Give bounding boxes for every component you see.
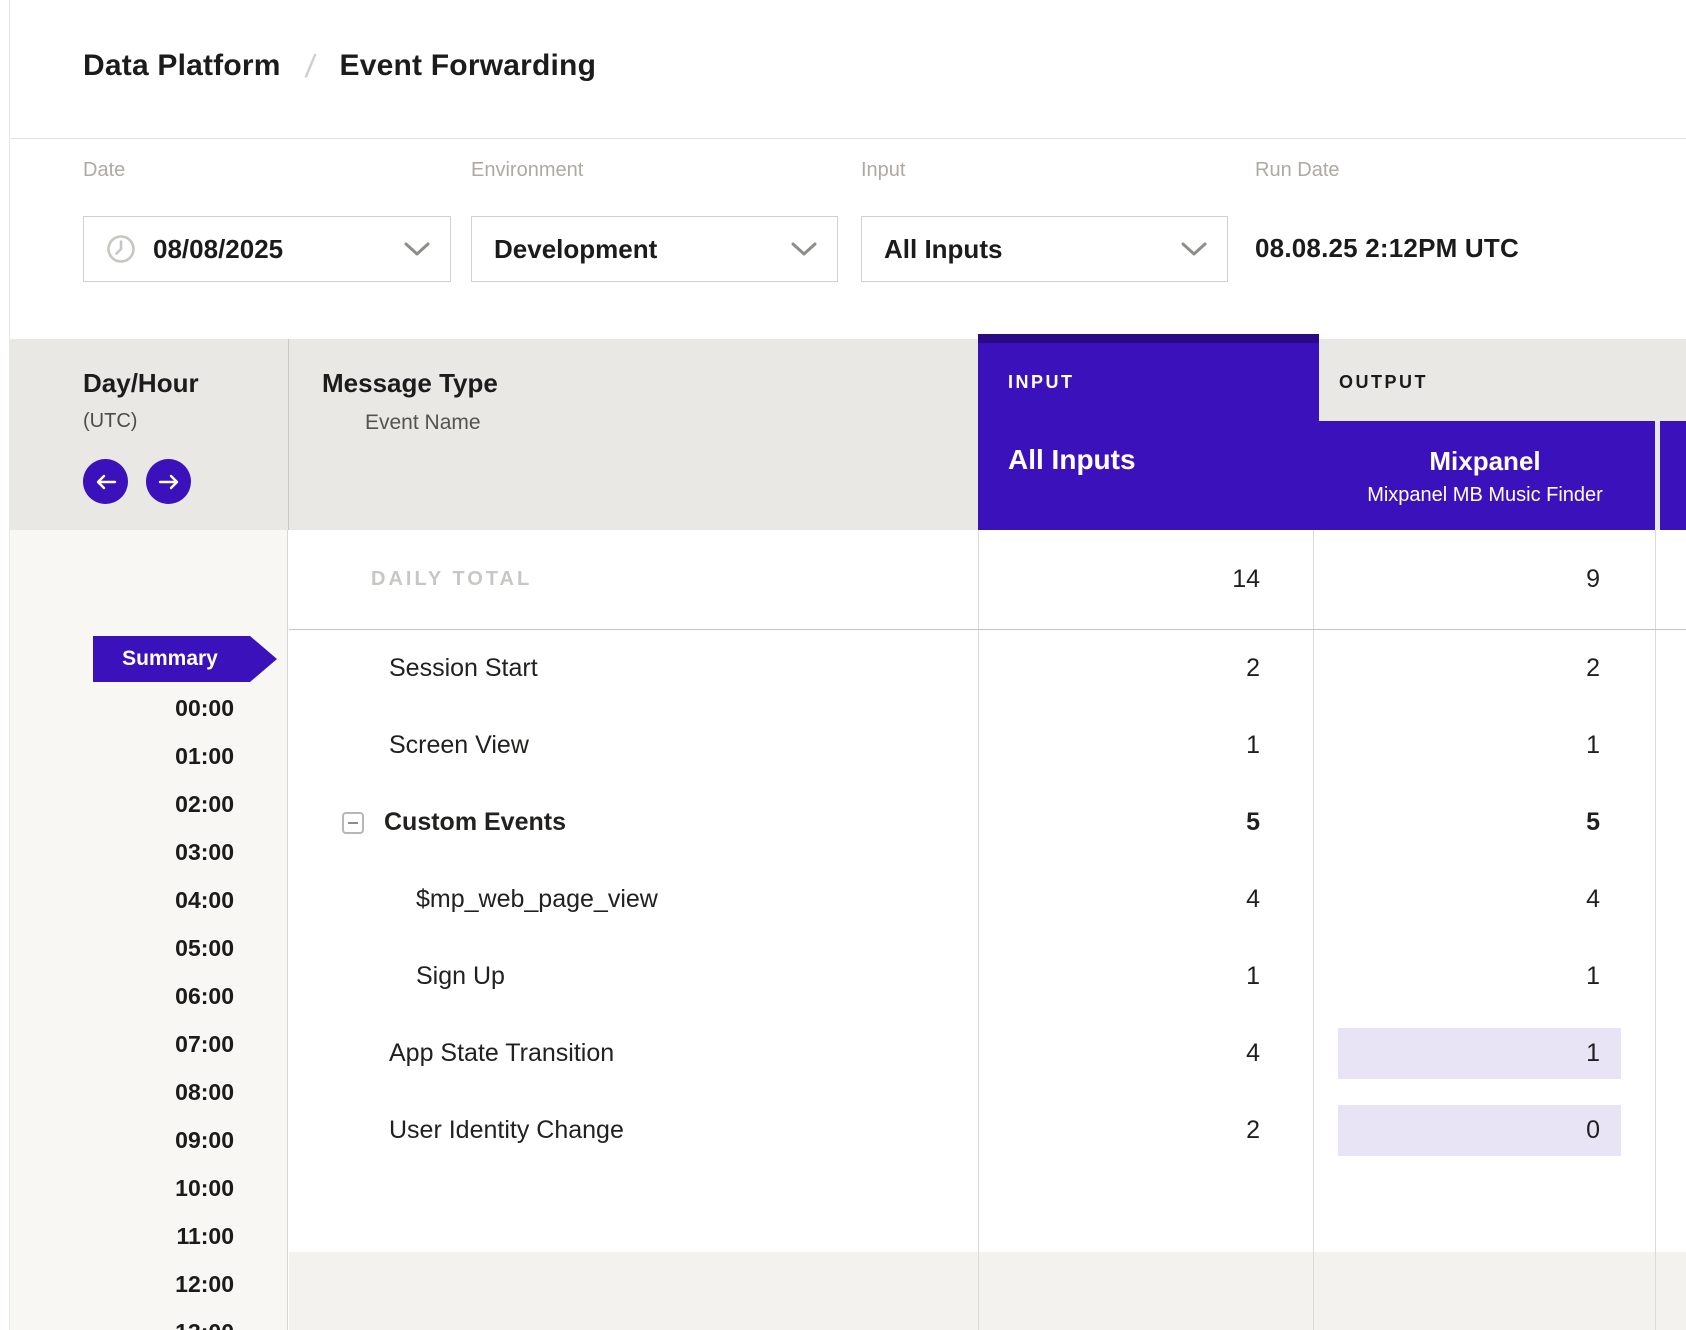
event-forwarding-page: Data Platform / Event Forwarding Date 08…: [0, 0, 1686, 1330]
hour-label[interactable]: 11:00: [176, 1223, 234, 1249]
event-name: Screen View: [389, 707, 529, 784]
message-type-header: Message Type: [322, 368, 498, 399]
environment-select[interactable]: Development: [471, 216, 838, 282]
output-connector-subtitle: Mixpanel MB Music Finder: [1315, 484, 1655, 507]
run-date-group: Run Date 08.08.25 2:12PM UTC: [1255, 139, 1675, 339]
environment-select-value: Development: [494, 234, 657, 265]
hour-label[interactable]: 00:00: [175, 695, 234, 721]
breadcrumb: Data Platform / Event Forwarding: [83, 0, 596, 132]
date-filter-label: Date: [83, 159, 125, 182]
table-row: Custom Events 55: [289, 784, 1686, 861]
environment-filter-group: Environment Development: [471, 139, 838, 339]
input-select[interactable]: All Inputs: [861, 216, 1228, 282]
event-name-subheader: Event Name: [365, 411, 481, 435]
hour-label[interactable]: 06:00: [175, 983, 234, 1009]
daily-total-label: DAILY TOTAL: [371, 530, 532, 629]
input-filter-label: Input: [861, 159, 905, 182]
breadcrumb-bar: Data Platform / Event Forwarding: [10, 0, 1686, 139]
row-input-value: 4: [977, 1015, 1312, 1092]
hour-label[interactable]: 07:00: [175, 1031, 234, 1057]
row-input-value: 2: [977, 1092, 1312, 1169]
row-output-value-highlighted: 1: [1315, 1015, 1655, 1092]
event-name: Custom Events: [384, 784, 566, 861]
row-input-value: 4: [977, 861, 1312, 938]
environment-filter-label: Environment: [471, 159, 583, 182]
input-column-header[interactable]: INPUT All Inputs: [978, 334, 1319, 530]
day-hour-timezone: (UTC): [83, 410, 137, 433]
row-output-value: 4: [1315, 861, 1655, 938]
row-output-value: 2: [1315, 630, 1655, 707]
row-output-value: 1: [1315, 707, 1655, 784]
daily-total-output-value: 9: [1315, 530, 1655, 629]
event-name: Session Start: [389, 630, 538, 707]
event-name: App State Transition: [389, 1015, 614, 1092]
output-connector-header[interactable]: Mixpanel Mixpanel MB Music Finder: [1315, 421, 1655, 530]
row-output-value: 5: [1315, 784, 1655, 861]
hour-label[interactable]: 03:00: [175, 839, 234, 865]
hour-label[interactable]: 13:00: [175, 1319, 234, 1330]
chevron-down-icon: [791, 242, 817, 257]
chevron-down-icon: [1181, 242, 1207, 257]
collapse-toggle-minus-icon[interactable]: [342, 812, 364, 834]
input-column-selection: All Inputs: [1008, 444, 1136, 476]
event-name: $mp_web_page_view: [416, 861, 658, 938]
table-row: Session Start 22: [289, 630, 1686, 707]
table-row: Sign Up 11: [289, 938, 1686, 1015]
event-name: Sign Up: [416, 938, 505, 1015]
input-column-label: INPUT: [1008, 372, 1075, 393]
arrow-left-icon: [95, 474, 117, 490]
arrow-right-icon: [158, 474, 180, 490]
date-filter-group: Date 08/08/2025: [83, 139, 451, 339]
event-name: User Identity Change: [389, 1092, 624, 1169]
summary-row-badge[interactable]: Summary: [93, 636, 277, 682]
breadcrumb-parent[interactable]: Data Platform: [83, 49, 281, 83]
input-select-value: All Inputs: [884, 234, 1002, 265]
output-column-label: OUTPUT: [1339, 372, 1428, 393]
clock-icon: [106, 234, 136, 264]
breadcrumb-current: Event Forwarding: [340, 49, 597, 83]
table-header: Day/Hour (UTC) Message Type Event Name I…: [10, 339, 1686, 530]
hour-label[interactable]: 05:00: [175, 935, 234, 961]
row-input-value: 1: [977, 938, 1312, 1015]
daily-total-row: DAILY TOTAL 14 9: [289, 530, 1686, 630]
daily-total-input-value: 14: [977, 530, 1312, 629]
output-connector-name: Mixpanel: [1315, 446, 1655, 477]
day-pager: [83, 459, 191, 504]
left-rail: [0, 0, 10, 1330]
table-row: App State Transition 41: [289, 1015, 1686, 1092]
row-input-value: 5: [977, 784, 1312, 861]
hour-label[interactable]: 01:00: [175, 743, 234, 769]
hour-label[interactable]: 04:00: [175, 887, 234, 913]
hour-label[interactable]: 02:00: [175, 791, 234, 817]
row-input-value: 1: [977, 707, 1312, 784]
row-output-value: 1: [1315, 938, 1655, 1015]
hour-label[interactable]: 09:00: [175, 1127, 234, 1153]
hour-label[interactable]: 12:00: [175, 1271, 234, 1297]
footer-band: [289, 1252, 1686, 1330]
date-select[interactable]: 08/08/2025: [83, 216, 451, 282]
previous-day-button[interactable]: [83, 459, 128, 504]
column-divider: [288, 339, 289, 530]
chevron-down-icon: [404, 242, 430, 257]
minus-icon: [348, 822, 358, 824]
run-date-value: 08.08.25 2:12PM UTC: [1255, 233, 1519, 264]
row-input-value: 2: [977, 630, 1312, 707]
input-filter-group: Input All Inputs: [861, 139, 1228, 339]
date-select-value: 08/08/2025: [153, 234, 283, 265]
row-output-value-highlighted: 0: [1315, 1092, 1655, 1169]
input-column-accent-strip: [978, 334, 1319, 343]
next-day-button[interactable]: [146, 459, 191, 504]
table-row: Screen View 11: [289, 707, 1686, 784]
table-row: User Identity Change 20: [289, 1092, 1686, 1169]
hour-label[interactable]: 10:00: [175, 1175, 234, 1201]
filter-bar: Date 08/08/2025 Environment Development: [10, 139, 1686, 339]
breadcrumb-separator: /: [303, 48, 317, 85]
day-hour-header: Day/Hour: [83, 368, 199, 399]
hour-label[interactable]: 08:00: [175, 1079, 234, 1105]
run-date-label: Run Date: [1255, 159, 1340, 182]
next-output-column-partial[interactable]: [1660, 421, 1686, 530]
table-row: $mp_web_page_view 44: [289, 861, 1686, 938]
table-body: Summary 00:00 01:00 02:00 03:00 04:00 05:00 06…: [10, 530, 1686, 1330]
hour-sidebar: Summary 00:00 01:00 02:00 03:00 04:00 05:00 06…: [10, 530, 288, 1330]
